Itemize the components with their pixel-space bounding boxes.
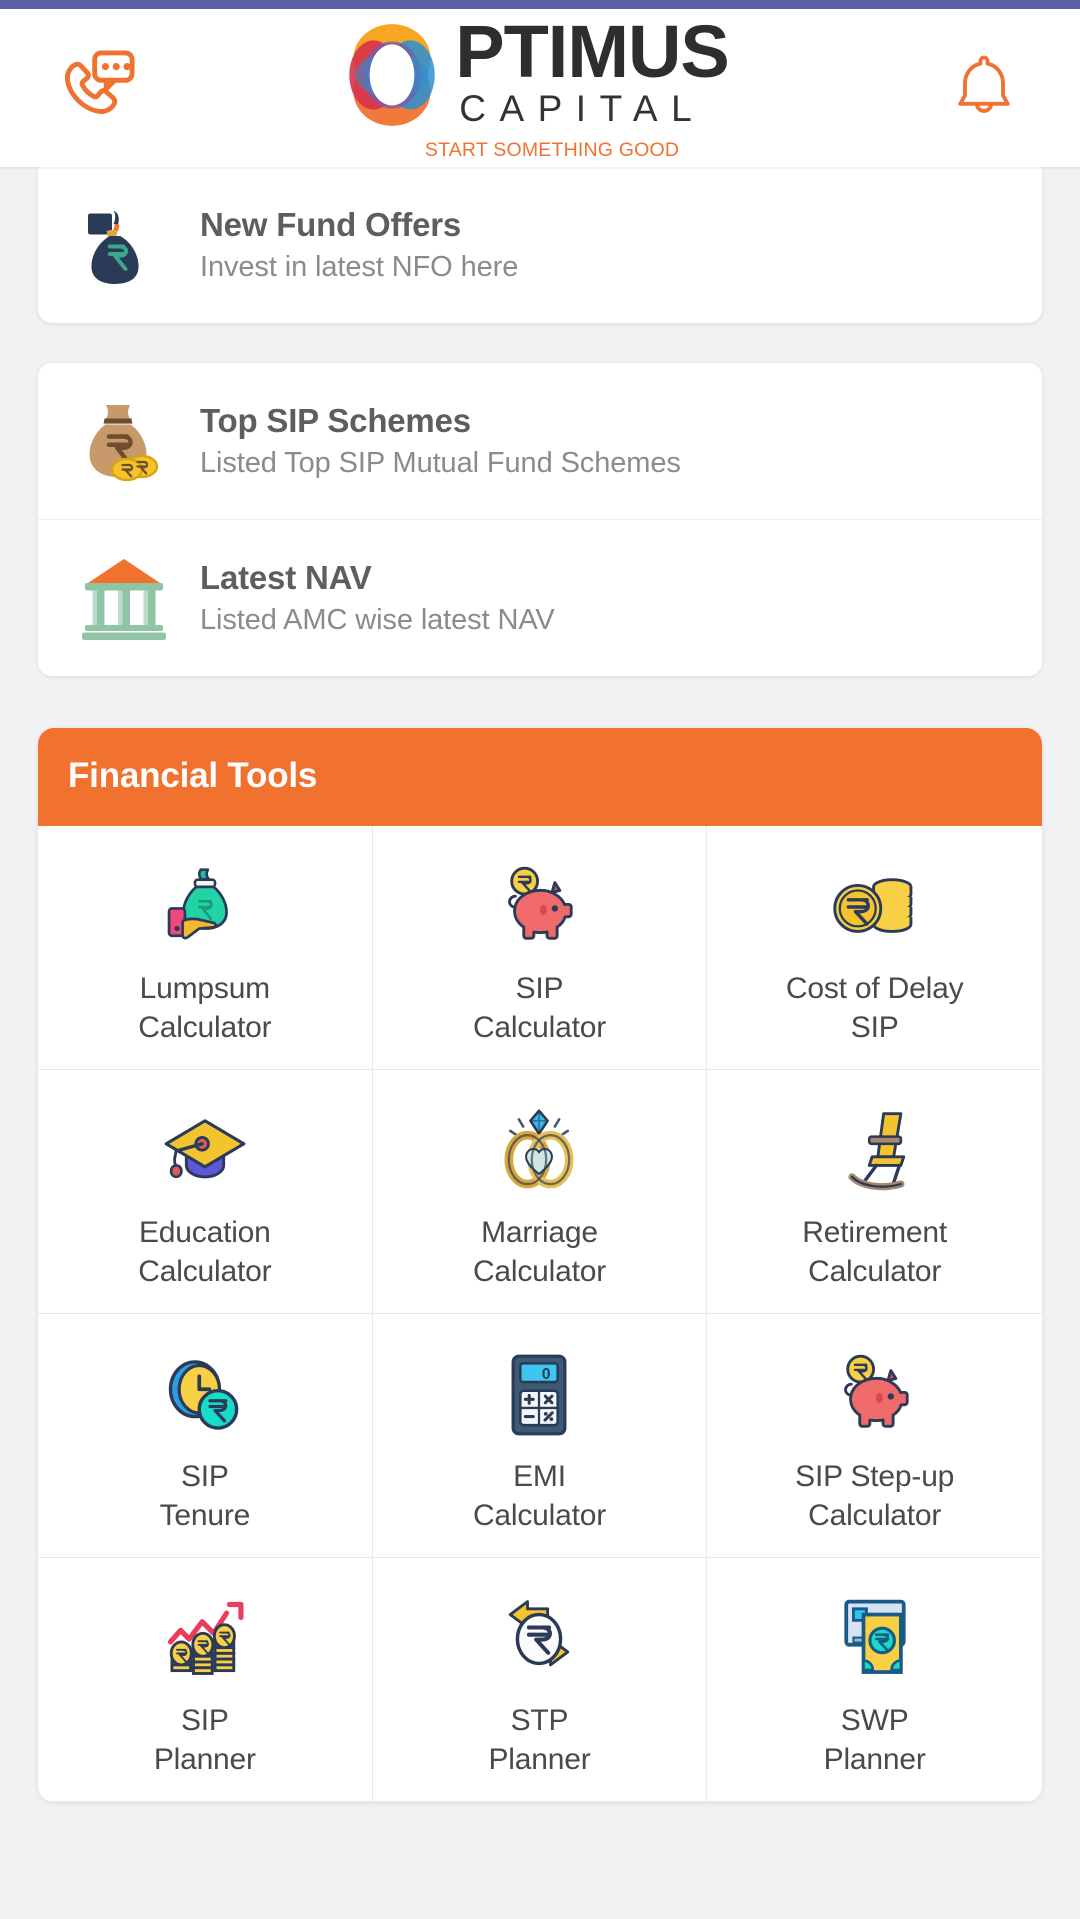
tool-sip-tenure[interactable]: SIP Tenure [38,1314,373,1558]
piggy-bank-coin-icon [829,1344,921,1446]
tool-label-line1: Marriage [481,1216,598,1250]
tool-label: SIP Planner [154,1702,256,1779]
atm-withdraw-icon [829,1588,921,1690]
tool-label: SIP Tenure [160,1458,251,1535]
tool-label: Education Calculator [138,1214,271,1291]
list-item-latest-nav[interactable]: Latest NAV Listed AMC wise latest NAV [38,519,1042,676]
app-header: PTIMUS CAPITAL START SOMETHING GOOD [0,9,1080,167]
content-scroll-area[interactable]: New Fund Offers Invest in latest NFO her… [0,167,1080,1919]
tool-label-line2: Calculator [472,1010,607,1044]
clock-coin-icon [159,1344,251,1446]
list-item-subtitle: Listed Top SIP Mutual Fund Schemes [200,447,681,479]
tool-label: STP Planner [488,1702,590,1779]
tool-label-line2: Planner [153,1742,256,1776]
tool-label-line1: Cost of Delay [785,972,964,1006]
tool-marriage-calculator[interactable]: Marriage Calculator [372,1070,708,1314]
rocking-chair-icon [829,1100,921,1202]
money-bag-coins-icon [72,389,176,493]
wedding-rings-icon [493,1100,585,1202]
calculator-icon: 0 [493,1344,585,1446]
tool-emi-calculator[interactable]: 0 EMI Calculator [372,1314,708,1558]
tool-cost-of-delay-sip[interactable]: Cost of Delay SIP [707,826,1042,1070]
tool-label-line1: SIP [180,1704,229,1738]
tool-label: Lumpsum Calculator [138,970,271,1047]
logo-primary-text: PTIMUS [455,9,730,93]
tool-sip-calculator[interactable]: SIP Calculator [372,826,708,1070]
bank-building-icon [72,546,176,650]
tool-label-line1: SIP [180,1460,229,1494]
logo-tagline: START SOMETHING GOOD [424,139,680,161]
tool-label-line1: EMI [513,1460,566,1494]
piggy-bank-icon [493,856,585,958]
list-item-title: New Fund Offers [200,206,462,243]
tool-label-line2: Planner [823,1742,926,1776]
growth-chart-coins-icon [159,1588,251,1690]
card-schemes-and-nav: Top SIP Schemes Listed Top SIP Mutual Fu… [38,363,1042,676]
logo-secondary-text: CAPITAL [459,87,706,129]
list-item-top-sip-schemes[interactable]: Top SIP Schemes Listed Top SIP Mutual Fu… [38,363,1042,519]
bell-icon [946,48,1022,129]
tool-swp-planner[interactable]: SWP Planner [707,1558,1042,1802]
tool-retirement-calculator[interactable]: Retirement Calculator [707,1070,1042,1314]
card-new-fund-offers: New Fund Offers Invest in latest NFO her… [38,167,1042,323]
notifications-button[interactable] [918,48,1028,129]
tool-label-line2: Calculator [808,1498,942,1532]
tool-label-line1: Lumpsum [139,972,271,1006]
tool-label: SIP Step-up Calculator [795,1458,954,1535]
tool-label-line1: SIP [515,972,564,1006]
app-root: PTIMUS CAPITAL START SOMETHING GOOD New … [0,0,1080,1919]
transfer-arrows-rupee-icon [493,1588,585,1690]
tool-label: SIP Calculator [473,970,606,1047]
tool-label-line1: SWP [840,1704,909,1738]
tool-label: Marriage Calculator [473,1214,606,1291]
tool-label-line2: Calculator [808,1254,942,1288]
tool-label-line1: STP [510,1704,569,1738]
financial-tools-grid: Lumpsum Calculator SIP Calculator Cost o… [38,826,1042,1802]
status-bar [0,0,1080,9]
tool-label-line1: Retirement [802,1216,948,1250]
financial-tools-card: Financial Tools Lumpsum Calculator SIP C… [38,728,1042,1802]
tool-label-line1: Education [139,1216,271,1250]
optimus-ring-icon [331,14,455,136]
list-item-title: Latest NAV [200,559,372,596]
financial-tools-title: Financial Tools [68,756,318,795]
money-bag-navy-icon [72,193,176,297]
tool-label-line2: Calculator [472,1254,607,1288]
svg-text:0: 0 [542,1366,551,1383]
list-item-title: Top SIP Schemes [200,402,471,439]
hand-money-bag-icon [159,856,251,958]
tool-label: SWP Planner [824,1702,926,1779]
tool-label-line2: SIP [850,1010,899,1044]
list-item-subtitle: Listed AMC wise latest NAV [200,604,555,636]
tool-label: Cost of Delay SIP [785,970,964,1047]
list-item-new-fund-offers[interactable]: New Fund Offers Invest in latest NFO her… [38,167,1042,323]
tool-lumpsum-calculator[interactable]: Lumpsum Calculator [38,826,373,1070]
support-call-button[interactable] [44,40,154,137]
list-item-subtitle: Invest in latest NFO here [200,251,519,283]
tool-label-line2: Planner [488,1742,591,1776]
brand-logo: PTIMUS CAPITAL START SOMETHING GOOD [331,9,730,162]
tool-stp-planner[interactable]: STP Planner [372,1558,708,1802]
tool-label-line2: Tenure [159,1498,251,1532]
tool-label-line2: Calculator [138,1254,272,1288]
tool-label-line1: SIP Step-up [795,1460,955,1494]
tool-education-calculator[interactable]: Education Calculator [38,1070,373,1314]
graduation-cap-icon [159,1100,251,1202]
financial-tools-header: Financial Tools [38,728,1042,826]
tool-label: EMI Calculator [473,1458,606,1535]
tool-label-line2: Calculator [472,1498,607,1532]
tool-label: Retirement Calculator [802,1214,947,1291]
tool-label-line2: Calculator [138,1010,272,1044]
phone-chat-icon [53,40,145,137]
tool-sip-planner[interactable]: SIP Planner [38,1558,373,1802]
tool-sip-step-up-calculator[interactable]: SIP Step-up Calculator [707,1314,1042,1558]
coin-stack-rupee-icon [829,856,921,958]
